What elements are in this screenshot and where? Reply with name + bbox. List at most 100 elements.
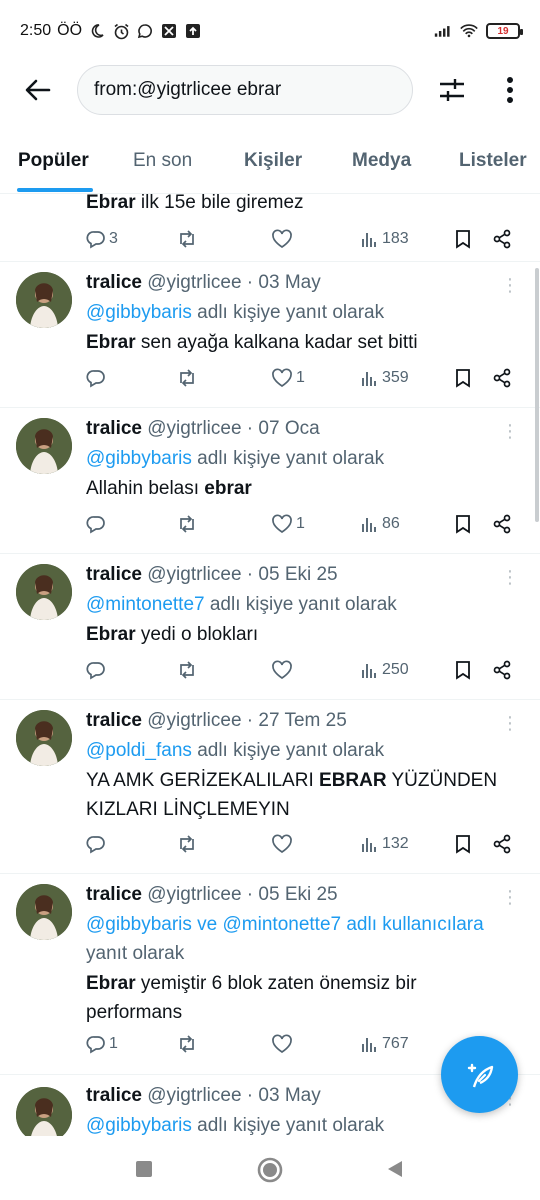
tab-media[interactable]: Medya — [352, 150, 411, 172]
heart-icon — [272, 1034, 292, 1053]
reply-mention-link[interactable]: @gibbybaris — [86, 302, 192, 323]
share-button[interactable] — [492, 511, 512, 537]
reply-mention-link[interactable]: @mintonette7 — [86, 594, 205, 615]
retweet-button[interactable] — [176, 1031, 198, 1057]
bookmark-button[interactable] — [454, 226, 472, 252]
reply-button[interactable] — [86, 365, 109, 391]
author-name[interactable]: tralice — [86, 884, 142, 905]
tweet[interactable]: tralice @yigtrlicee · 05 Eki 25 ⋮ @minto… — [0, 554, 540, 700]
tab-popular[interactable]: Popüler — [18, 150, 89, 172]
tweet-text-rest: YÜZÜNDEN — [386, 770, 498, 791]
tweet-text-bold: Ebrar — [86, 973, 136, 994]
feed-scrollbar[interactable] — [535, 268, 539, 522]
heart-icon — [272, 514, 292, 533]
system-back-button[interactable] — [382, 1156, 408, 1182]
retweet-button[interactable] — [176, 511, 198, 537]
like-button[interactable] — [271, 226, 293, 252]
avatar[interactable] — [16, 272, 72, 328]
tweet-header: tralice @yigtrlicee · 27 Tem 25 — [86, 710, 347, 732]
like-button[interactable] — [271, 831, 296, 857]
reply-mention-link[interactable]: @gibbybaris ve @mintonette7 adlı kullanı… — [86, 914, 484, 935]
views-button[interactable]: 359 — [361, 365, 409, 391]
reply-suffix: yanıt olarak — [86, 943, 185, 964]
retweet-button[interactable] — [176, 226, 198, 252]
reply-mention-link[interactable]: @poldi_fans — [86, 740, 192, 761]
tweet-more-icon[interactable]: ⋮ — [500, 714, 520, 736]
status-bar: 2:50 ÖÖ 19 — [0, 0, 540, 62]
tweet[interactable]: tralice @yigtrlicee · 07 Oca ⋮ @gibbybar… — [0, 408, 540, 554]
author-name[interactable]: tralice — [86, 564, 142, 585]
tab-people[interactable]: Kişiler — [244, 150, 302, 172]
reply-mention-link[interactable]: @gibbybaris — [86, 1115, 192, 1136]
share-button[interactable] — [492, 226, 512, 252]
avatar[interactable] — [16, 418, 72, 474]
tweet-more-icon[interactable]: ⋮ — [500, 568, 520, 590]
share-button[interactable] — [492, 831, 512, 857]
tweet-more-icon[interactable]: ⋮ — [500, 276, 520, 298]
views-button[interactable]: 767 — [361, 1031, 409, 1057]
reply-button[interactable]: 3 — [86, 226, 118, 252]
circle-home-icon — [257, 1157, 283, 1183]
tweet[interactable]: tralice @yigtrlicee · 27 Tem 25 ⋮ @poldi… — [0, 700, 540, 874]
tweet[interactable]: tralice @yigtrlicee · 03 May ⋮ @gibbybar… — [0, 262, 540, 408]
home-button[interactable] — [256, 1156, 284, 1184]
author-name[interactable]: tralice — [86, 272, 142, 293]
alarm-icon — [112, 22, 130, 40]
retweet-button[interactable] — [176, 657, 198, 683]
views-chart-icon — [362, 372, 376, 386]
tweet-header: tralice @yigtrlicee · 05 Eki 25 — [86, 564, 338, 586]
carrier-label: ÖÖ — [57, 22, 83, 39]
share-icon — [493, 514, 511, 534]
like-button[interactable]: 1 — [271, 365, 305, 391]
tweet-text-pre: Allahin belası — [86, 478, 205, 499]
back-button[interactable] — [18, 70, 58, 110]
views-button[interactable]: 132 — [361, 831, 409, 857]
bookmark-icon — [456, 835, 470, 854]
like-count: 1 — [296, 369, 305, 386]
reply-icon — [86, 516, 105, 534]
bookmark-button[interactable] — [454, 831, 472, 857]
reply-button[interactable] — [86, 511, 109, 537]
avatar[interactable] — [16, 884, 72, 940]
tweet-more-icon[interactable]: ⋮ — [500, 422, 520, 444]
view-count: 132 — [382, 835, 409, 852]
reply-button[interactable] — [86, 657, 109, 683]
share-button[interactable] — [492, 657, 512, 683]
bookmark-icon — [456, 369, 470, 388]
heart-icon — [272, 229, 292, 248]
search-input[interactable]: from:@yigtrlicee ebrar — [77, 65, 413, 115]
like-button[interactable]: 1 — [271, 511, 305, 537]
retweet-button[interactable] — [176, 831, 198, 857]
bookmark-button[interactable] — [454, 365, 472, 391]
avatar[interactable] — [16, 1087, 72, 1136]
compose-post-button[interactable] — [441, 1036, 518, 1113]
author-name[interactable]: tralice — [86, 1085, 142, 1106]
more-options-button[interactable] — [490, 70, 530, 110]
tweet[interactable]: Ebrar ilk 15e bile giremez 3 183 — [0, 194, 540, 262]
bookmark-button[interactable] — [454, 511, 472, 537]
like-button[interactable] — [271, 1031, 296, 1057]
tab-lists[interactable]: Listeler — [459, 150, 527, 172]
author-name[interactable]: tralice — [86, 710, 142, 731]
search-filter-button[interactable] — [432, 70, 472, 110]
views-button[interactable]: 86 — [361, 511, 400, 537]
reply-context: @gibbybaris adlı kişiye yanıt olarak — [86, 444, 526, 473]
like-button[interactable] — [271, 657, 296, 683]
share-button[interactable] — [492, 365, 512, 391]
views-button[interactable]: 250 — [361, 657, 409, 683]
view-count: 767 — [382, 1035, 409, 1052]
recents-button[interactable] — [131, 1156, 157, 1182]
tab-latest[interactable]: En son — [133, 150, 192, 172]
retweet-button[interactable] — [176, 365, 198, 391]
tweet-more-icon[interactable]: ⋮ — [500, 888, 520, 910]
system-nav-bar — [0, 1136, 540, 1200]
reply-button[interactable] — [86, 831, 109, 857]
search-results-feed[interactable]: Ebrar ilk 15e bile giremez 3 183 tralice… — [0, 194, 540, 1136]
reply-mention-link[interactable]: @gibbybaris — [86, 448, 192, 469]
avatar[interactable] — [16, 564, 72, 620]
author-name[interactable]: tralice — [86, 418, 142, 439]
bookmark-button[interactable] — [454, 657, 472, 683]
views-button[interactable]: 183 — [361, 226, 409, 252]
reply-button[interactable]: 1 — [86, 1031, 118, 1057]
avatar[interactable] — [16, 710, 72, 766]
